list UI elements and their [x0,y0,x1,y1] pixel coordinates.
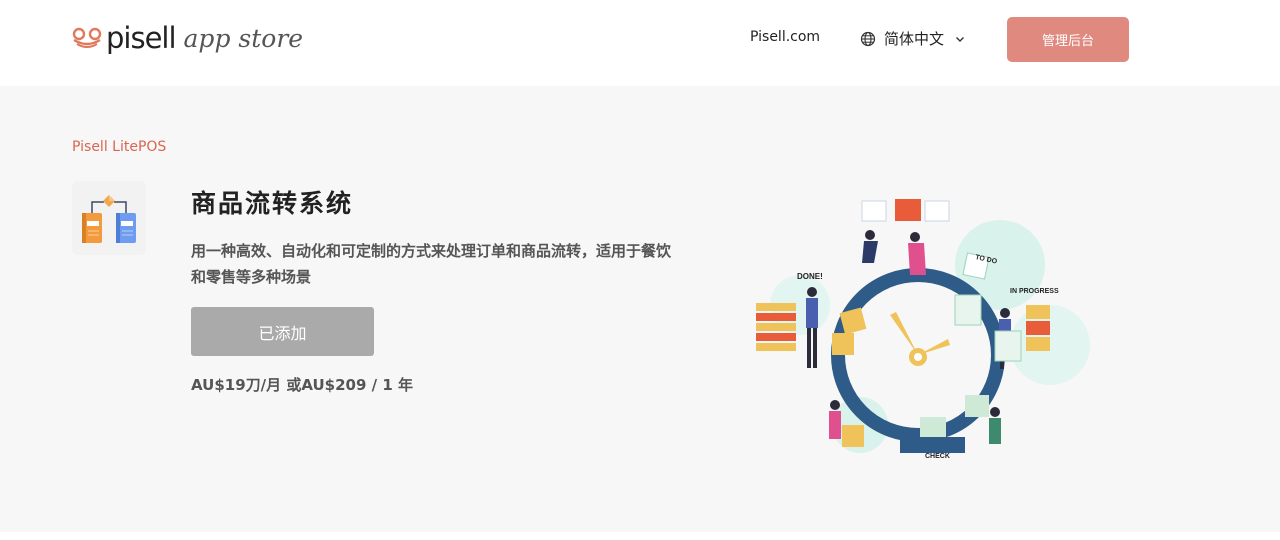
box-stack [1026,337,1050,351]
globe-icon [860,31,876,46]
bottom-divider [0,532,1280,540]
box-stack [756,323,796,331]
person-bottom [989,407,1001,444]
language-label: 简体中文 [884,30,945,48]
checklist-card [994,330,1022,362]
document [895,199,921,221]
language-selector[interactable]: 简体中文 [860,28,966,49]
box-stack [1026,305,1050,319]
price-info: AU$19刀/月 或AU$209 / 1 年 [191,376,413,394]
app-title: 商品流转系统 [191,189,354,218]
chevron-down-icon [956,36,965,42]
document [861,200,887,222]
box-stack [756,313,796,321]
box-stack [756,303,796,311]
label-check: CHECK [925,453,950,460]
app-icon [72,181,146,255]
logo-sub-text: app store [183,23,304,53]
label-in-progress: IN PROGRESS [1010,288,1059,295]
waffle-block [965,395,989,417]
pisell-com-link[interactable]: Pisell.com [750,29,820,45]
clock-hand [890,312,918,355]
checklist-card [954,294,982,326]
box-stack [756,343,796,351]
waffle-block [920,417,946,437]
logo-brand-text: pisell [106,21,177,55]
flow-diagram-icon [82,195,136,243]
app-description: 用一种高效、自动化和可定制的方式来处理订单和商品流转，适用于餐饮和零售等多种场景 [191,242,672,286]
check-table [900,437,965,453]
person-left [806,287,818,368]
waffle-block [842,425,864,447]
person-top-left [862,230,878,263]
box-stack [1026,321,1050,335]
document [924,200,950,222]
label-done: DONE! [797,272,823,281]
pisell-logo[interactable]: pisell app store [72,20,303,56]
person-bottom-left [829,400,841,439]
top-header: pisell app store Pisell.com 简体中文 管理后台 [0,0,1280,86]
workflow-illustration: DONE! TO DO IN PROGRESS CHECK [756,199,1090,460]
admin-dashboard-button[interactable]: 管理后台 [1007,17,1129,62]
added-button[interactable]: 已添加 [191,307,374,356]
box-stack [756,333,796,341]
product-tag[interactable]: Pisell LitePOS [72,139,166,155]
person-top-right [908,232,926,275]
waffle-block [832,333,854,355]
frog-logo-icon [72,27,102,48]
